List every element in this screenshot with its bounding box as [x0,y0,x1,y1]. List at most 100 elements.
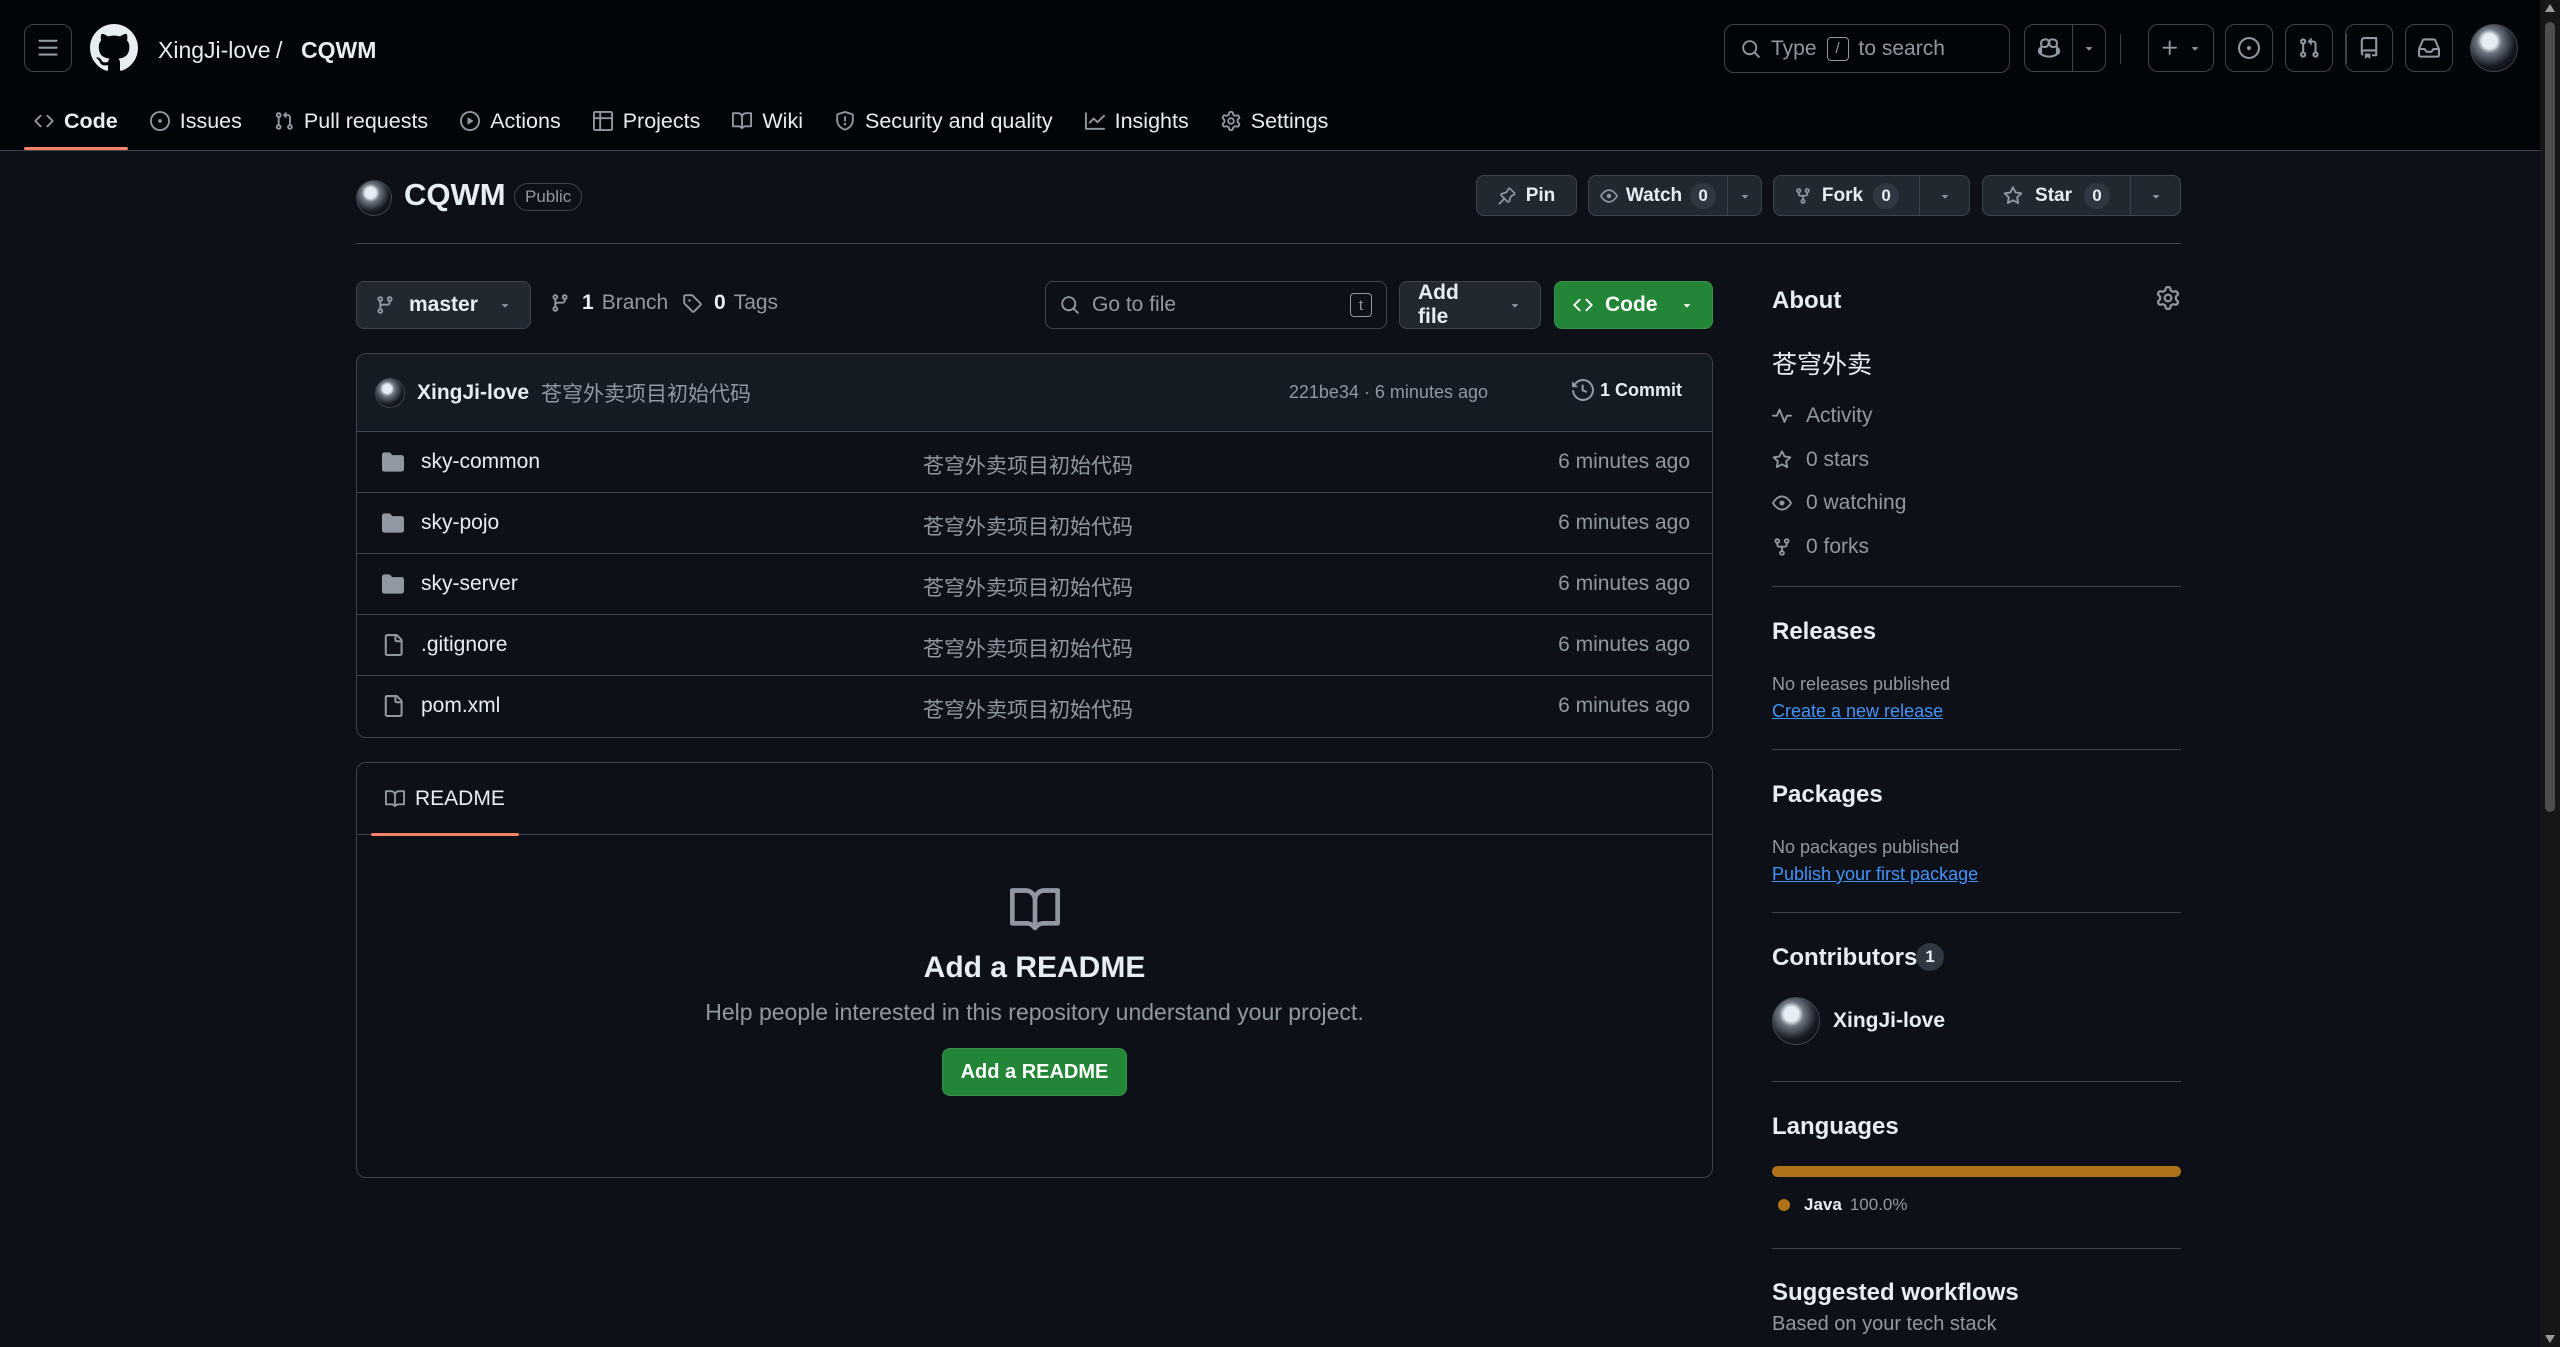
scroll-down-arrow-icon[interactable] [2545,1335,2555,1343]
tab-wiki[interactable]: Wiki [718,99,817,143]
watch-button-group[interactable]: Watch 0 [1588,175,1762,216]
issue-icon [2238,37,2260,59]
caret-down-icon [1511,304,1519,308]
file-name[interactable]: .gitignore [421,633,507,657]
activity-link[interactable]: Activity [1772,404,1873,428]
watchers-link[interactable]: 0 watching [1772,491,1906,515]
gear-icon [2156,286,2180,310]
go-to-file-shortcut: t [1350,293,1372,317]
owner-avatar[interactable] [356,180,392,216]
forks-link[interactable]: 0 forks [1772,535,1869,559]
repo-title[interactable]: CQWM [404,177,506,213]
tab-label: Settings [1250,108,1329,133]
copilot-button-group[interactable] [2024,24,2106,72]
add-readme-button[interactable]: Add a README [941,1048,1128,1096]
breadcrumb-repo[interactable]: CQWM [301,34,376,66]
file-name[interactable]: sky-common [421,450,540,474]
watch-label: Watch [1625,184,1683,206]
packages-title[interactable]: Packages [1772,781,1883,809]
commit-message[interactable]: 苍穹外卖项目初始代码 [541,378,751,408]
branch-count-label: Branch [601,291,669,314]
tags-link[interactable]: 0 Tags [682,291,778,315]
commit-sha-time[interactable]: 221be34 · 6 minutes ago [1289,382,1488,403]
file-row[interactable]: sky-server 苍穹外卖项目初始代码 6 minutes ago [357,554,1712,615]
fork-count: 0 [1873,182,1900,209]
inbox-header-button[interactable] [2405,24,2453,72]
file-name[interactable]: sky-server [421,572,518,596]
tab-pull-requests[interactable]: Pull requests [260,99,442,143]
branch-select-button[interactable]: master [356,281,531,329]
file-commit-message[interactable]: 苍穹外卖项目初始代码 [923,694,1133,724]
file-row[interactable]: pom.xml 苍穹外卖项目初始代码 6 minutes ago [357,676,1712,737]
tab-code[interactable]: Code [20,99,132,150]
add-file-label: Add file [1418,281,1459,328]
pin-button[interactable]: Pin [1476,175,1577,216]
folder-icon [382,574,404,594]
tab-settings[interactable]: Settings [1207,99,1343,143]
issues-header-button[interactable] [2225,24,2273,72]
create-release-link[interactable]: Create a new release [1772,701,1943,722]
file-row[interactable]: sky-pojo 苍穹外卖项目初始代码 6 minutes ago [357,493,1712,554]
tab-insights[interactable]: Insights [1071,99,1203,143]
copilot-icon [2037,38,2060,58]
menu-button[interactable] [24,24,72,72]
contributor-name[interactable]: XingJi-love [1833,1009,1945,1033]
file-commit-message[interactable]: 苍穹外卖项目初始代码 [923,511,1133,541]
publish-package-link[interactable]: Publish your first package [1772,864,1978,885]
commit-author[interactable]: XingJi-love [417,381,529,405]
file-row[interactable]: sky-common 苍穹外卖项目初始代码 6 minutes ago [357,432,1712,493]
create-new-button[interactable] [2148,24,2214,72]
forks-label: 0 forks [1806,535,1870,558]
star-button-group[interactable]: Star 0 [1982,175,2181,216]
edit-about-button[interactable] [2156,286,2180,310]
search-input[interactable]: Type / to search [1724,24,2010,73]
add-file-button[interactable]: Add file [1399,281,1541,329]
commit-history-link[interactable]: 1 Commit [1571,379,1682,401]
repositories-header-button[interactable] [2345,24,2393,72]
contributors-title[interactable]: Contributors [1772,944,1917,972]
languages-title: Languages [1772,1113,1899,1140]
star-icon [2003,185,2023,204]
file-age: 6 minutes ago [1558,633,1690,656]
tab-projects[interactable]: Projects [579,99,715,143]
breadcrumb-owner[interactable]: XingJi-love [158,34,271,66]
readme-panel: README Add a README Help people interest… [356,762,1713,1178]
branch-count: 1 [582,291,594,314]
eye-icon [1600,188,1618,203]
tab-issues[interactable]: Issues [136,99,256,143]
scroll-up-arrow-icon[interactable] [2545,4,2555,12]
go-to-file-input[interactable]: Go to file t [1045,281,1387,329]
stars-label: 0 stars [1806,448,1870,471]
go-to-file-placeholder: Go to file [1092,293,1177,316]
github-logo-icon[interactable] [90,24,138,72]
star-menu-button[interactable] [2130,176,2180,215]
branches-link[interactable]: 1 Branch [550,291,668,315]
page-scrollbar[interactable] [2540,0,2560,1347]
watch-menu-button[interactable] [1727,176,1761,215]
tab-actions[interactable]: Actions [446,99,575,143]
scrollbar-thumb[interactable] [2545,22,2555,812]
file-name[interactable]: sky-pojo [421,511,499,535]
file-commit-message[interactable]: 苍穹外卖项目初始代码 [923,450,1133,480]
pin-label: Pin [1525,184,1556,206]
code-dropdown-button[interactable]: Code [1554,281,1713,329]
language-java[interactable]: Java 100.0% [1778,1195,1908,1215]
file-name[interactable]: pom.xml [421,694,500,718]
file-commit-message[interactable]: 苍穹外卖项目初始代码 [923,633,1133,663]
caret-down-icon [1941,194,1948,199]
contributor-avatar[interactable] [1772,997,1820,1045]
app-header: XingJi-love / CQWM Type / to search Code… [0,0,2540,151]
releases-title[interactable]: Releases [1772,618,1876,646]
pull-requests-header-button[interactable] [2285,24,2333,72]
language-name: Java [1804,1195,1842,1214]
tab-readme[interactable]: README [371,763,519,836]
file-row[interactable]: .gitignore 苍穹外卖项目初始代码 6 minutes ago [357,615,1712,676]
stars-link[interactable]: 0 stars [1772,448,1869,472]
user-avatar[interactable] [2470,24,2518,72]
file-commit-message[interactable]: 苍穹外卖项目初始代码 [923,572,1133,602]
fork-menu-button[interactable] [1919,176,1969,215]
commit-author-avatar[interactable] [375,377,405,408]
pull-request-icon [2300,37,2319,58]
fork-button-group[interactable]: Fork 0 [1773,175,1970,216]
tab-security[interactable]: Security and quality [821,99,1067,143]
